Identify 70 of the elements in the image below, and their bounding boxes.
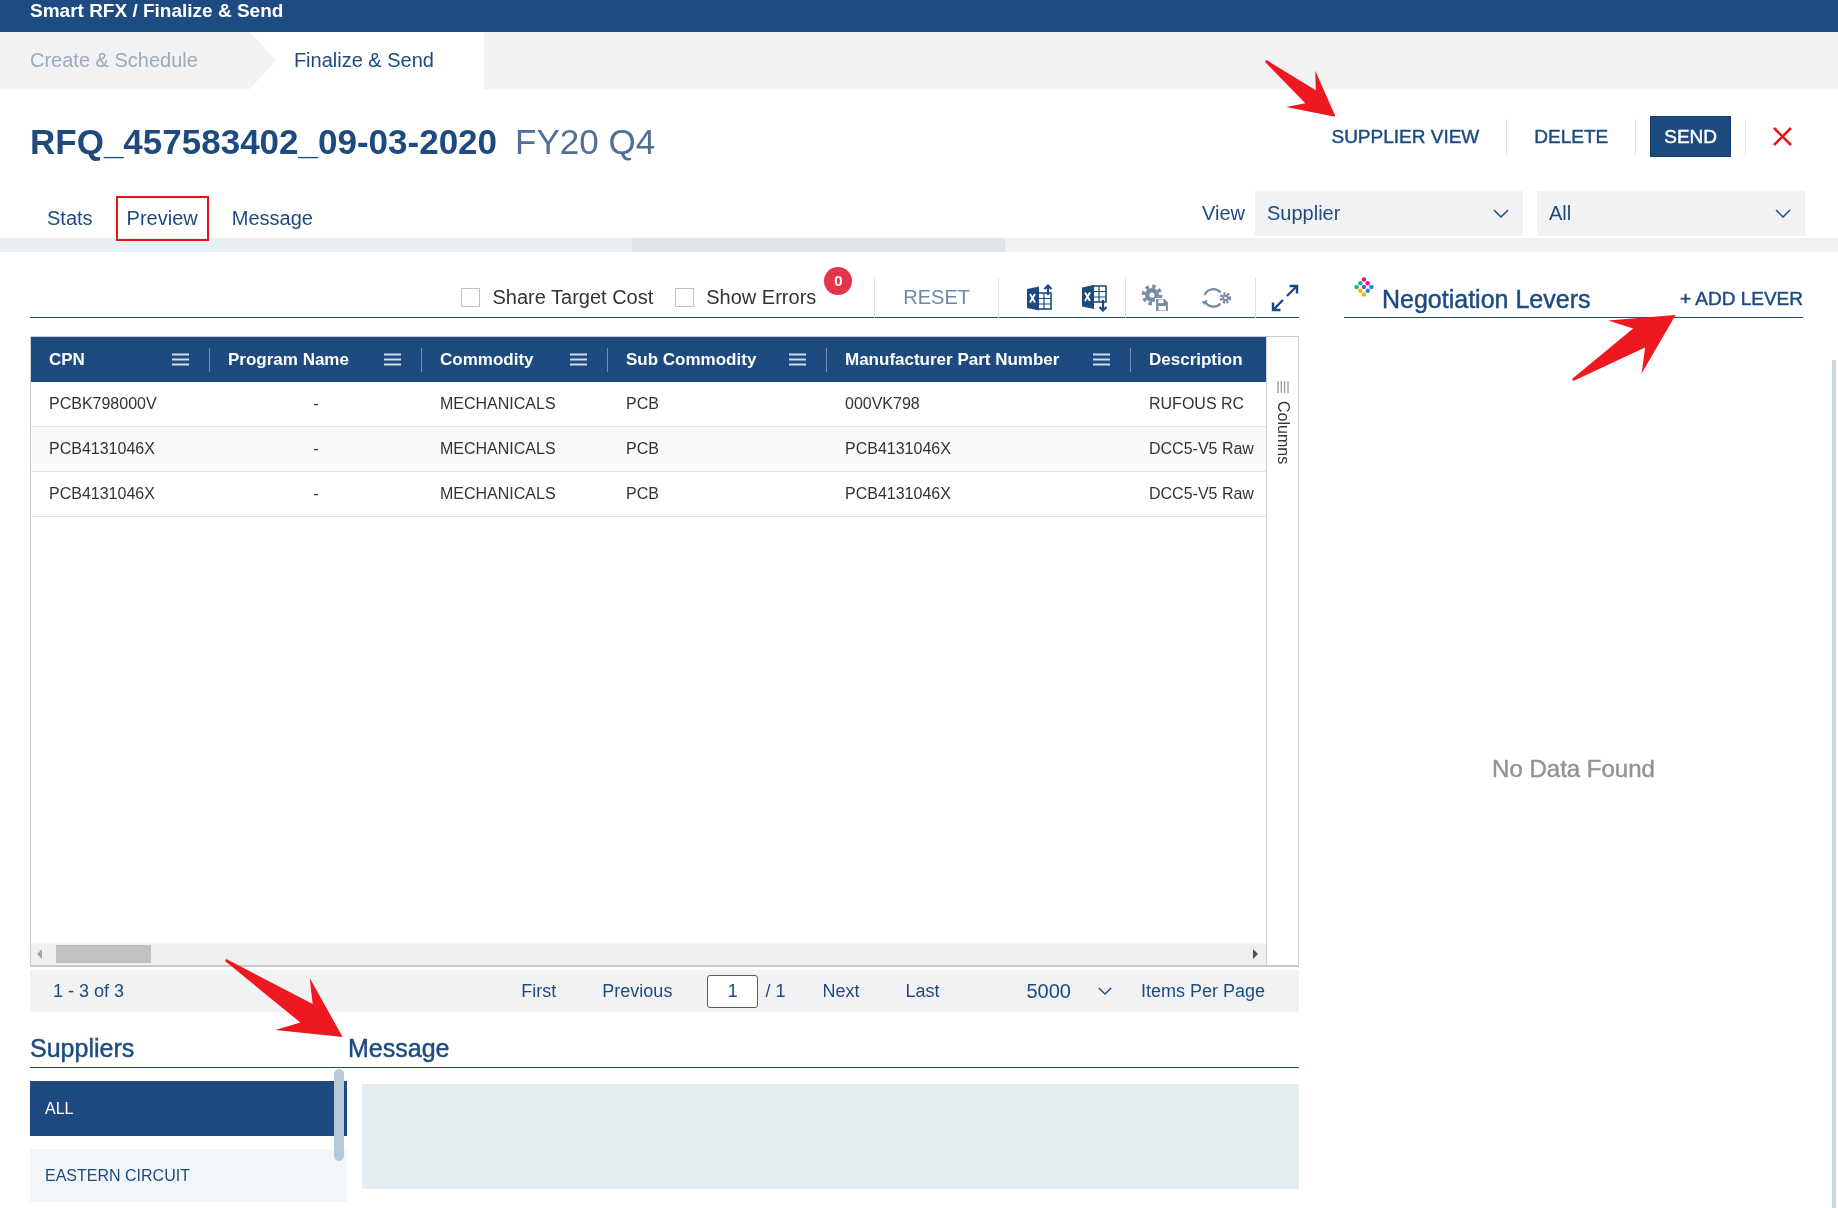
table-cell-text: PCB [625,439,660,459]
spreadsheet-upload-icon[interactable] [1026,283,1054,312]
table-cell-text: PCB4131046X [844,484,952,504]
columns-icon [1276,381,1289,393]
dropdown[interactable]: Supplier [1255,191,1523,236]
chevron-down-icon [1493,209,1509,218]
gear-disk-icon[interactable] [1141,283,1169,312]
table-cell-text: MECHANICALS [439,484,557,504]
page-subtitle: FY20 Q4 [515,122,656,162]
table-cell-text: MECHANICALS [439,439,557,459]
checkbox-label[interactable]: Show Errors [706,286,817,309]
dropdown[interactable]: All [1537,191,1805,236]
view-label: View [1202,201,1245,226]
menu-icon[interactable] [172,353,189,366]
page-size-label: Items Per Page [1140,980,1265,1002]
supplier-list-item[interactable]: ALL [30,1081,347,1136]
pagination-link[interactable]: Previous [602,980,673,1002]
empty-state-text: No Data Found [1491,755,1656,783]
table-cell-text: PCB4131046X [844,439,952,459]
page-total: / 1 [765,980,786,1002]
supplier-list-item[interactable]: EASTERN CIRCUIT [30,1149,347,1202]
panel-title: Negotiation Levers [1382,285,1591,313]
table-cell-text: - [312,394,320,414]
primary-button[interactable]: SEND [1650,116,1731,157]
close-icon[interactable] [1772,126,1793,147]
table-cell-text: PCB [625,484,660,504]
table-cell-text: RUFOUS RC [1148,394,1246,414]
pagination-summary: 1 - 3 of 3 [53,980,125,1002]
page-size-dropdown[interactable]: 5000 [1026,979,1112,1003]
page-number-field[interactable]: 1 [707,974,759,1008]
chevron-down-icon [1775,209,1791,218]
menu-icon[interactable] [789,353,806,366]
error-count-badge: 0 [824,266,853,295]
page-title: RFQ_457583402_09-03-2020 [30,122,498,162]
text-button[interactable]: DELETE [1507,116,1636,157]
menu-icon[interactable] [384,353,401,366]
section-heading: Suppliers [30,1034,135,1062]
section-heading: Message [348,1034,450,1062]
column-header[interactable]: Description [1131,337,1266,382]
menu-icon[interactable] [570,353,587,366]
table-cell-text: 000VK798 [844,394,921,414]
spreadsheet-download-icon[interactable] [1081,283,1109,312]
app-title: Smart RFX / Finalize & Send [30,0,284,22]
columns-panel-tab[interactable]: Columns [1273,381,1292,465]
text-button[interactable]: SUPPLIER VIEW [1304,116,1507,157]
table-cell-text: PCB4131046X [48,484,156,504]
text-button[interactable]: + ADD LEVER [1679,287,1803,311]
expand-icon[interactable] [1271,283,1299,312]
pagination-link[interactable]: Last [905,980,940,1002]
table-cell-text: - [312,484,320,504]
reset-button[interactable]: RESET [903,286,970,309]
tab[interactable]: Preview [115,196,209,241]
checkbox[interactable] [675,288,695,307]
dots-logo-icon [1354,277,1374,297]
checkbox[interactable] [461,288,481,307]
table-cell-text: MECHANICALS [439,394,557,414]
checkbox-label[interactable]: Share Target Cost [492,286,654,309]
table-cell-text: - [312,439,320,459]
table-cell-text: DCC5-V5 Raw [1148,484,1255,504]
table-cell-text: PCB [625,394,660,414]
menu-icon[interactable] [1093,353,1110,366]
table-cell-text: PCB4131046X [48,439,156,459]
table-cell-text: PCBK798000V [48,394,158,414]
tab[interactable]: Stats [36,196,104,241]
pagination-link[interactable]: Next [822,980,860,1002]
pagination-link[interactable]: First [521,980,557,1002]
tab[interactable]: Message [220,196,324,241]
chevron-down-icon [1097,987,1112,995]
table-cell-text: DCC5-V5 Raw [1148,439,1255,459]
wizard-step[interactable]: Finalize & Send [249,32,484,89]
